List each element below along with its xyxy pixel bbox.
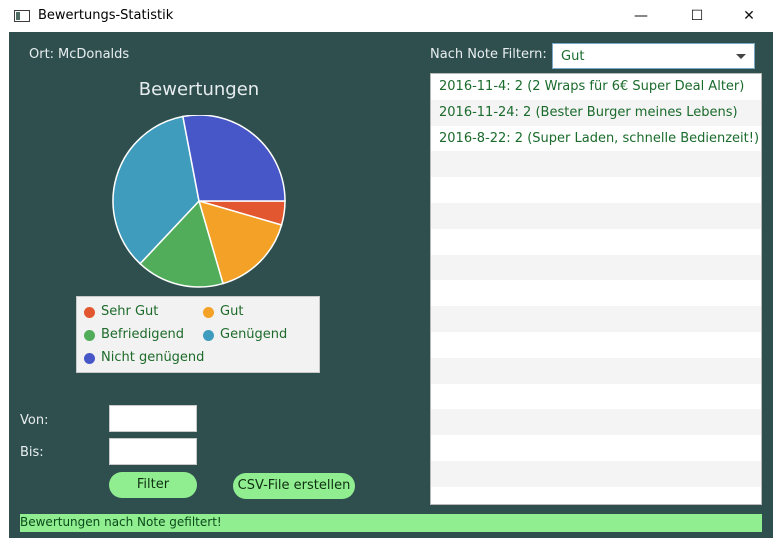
window-title: Bewertungs-Statistik — [38, 8, 174, 23]
chart-legend: Sehr Gut Gut Befriedigend Genügend Nicht… — [76, 296, 320, 373]
status-bar: Bewertungen nach Note gefiltert! — [20, 514, 762, 532]
list-item[interactable]: 2016-11-4: 2 (2 Wraps für 6€ Super Deal … — [431, 74, 761, 100]
list-item[interactable] — [431, 332, 761, 358]
bis-input[interactable] — [109, 438, 197, 465]
legend-dot — [84, 330, 95, 341]
list-item[interactable] — [431, 460, 761, 487]
list-item[interactable] — [431, 151, 761, 178]
status-text: Bewertungen nach Note gefiltert! — [20, 515, 222, 529]
legend-dot — [203, 307, 214, 318]
legend-dot — [84, 307, 95, 318]
list-item[interactable]: 2016-8-22: 2 (Super Laden, schnelle Bedi… — [431, 126, 761, 152]
csv-export-button[interactable]: CSV-File erstellen — [233, 473, 355, 499]
filter-button[interactable]: Filter — [109, 472, 197, 498]
chart-title: Bewertungen — [138, 79, 260, 100]
list-item[interactable] — [431, 202, 761, 229]
legend-label: Gut — [220, 304, 244, 319]
list-item[interactable] — [431, 487, 761, 504]
list-item[interactable]: 2016-11-24: 2 (Bester Burger meines Lebe… — [431, 99, 761, 126]
review-list[interactable]: 2016-11-4: 2 (2 Wraps für 6€ Super Deal … — [430, 73, 762, 505]
pie-chart — [112, 115, 286, 288]
chevron-down-icon[interactable] — [736, 54, 746, 59]
list-item[interactable] — [431, 280, 761, 306]
grade-filter-select[interactable]: Gut — [552, 43, 755, 69]
list-item[interactable] — [431, 177, 761, 203]
filter-label: Nach Note Filtern: — [430, 47, 547, 62]
list-item[interactable] — [431, 409, 761, 436]
legend-label: Sehr Gut — [101, 304, 159, 319]
von-input[interactable] — [109, 405, 197, 432]
main-panel: Ort: McDonalds Nach Note Filtern: Gut Be… — [9, 32, 773, 538]
ort-value: McDonalds — [58, 47, 130, 62]
minimize-button[interactable]: — — [618, 0, 664, 32]
legend-dot — [203, 330, 214, 341]
legend-label: Genügend — [220, 327, 288, 342]
list-item[interactable] — [431, 306, 761, 332]
bis-label: Bis: — [20, 445, 44, 460]
list-item[interactable] — [431, 384, 761, 410]
close-button[interactable]: ✕ — [726, 0, 772, 32]
list-item[interactable] — [431, 229, 761, 255]
legend-label: Nicht genügend — [101, 350, 205, 365]
legend-dot — [84, 353, 95, 364]
ort-label: Ort: — [29, 47, 55, 62]
pie-slice-nicht-genügend — [182, 115, 286, 202]
legend-label: Befriedigend — [101, 327, 185, 342]
maximize-button[interactable]: ☐ — [674, 0, 720, 32]
von-label: Von: — [20, 413, 49, 428]
list-item[interactable] — [431, 254, 761, 281]
list-item[interactable] — [431, 357, 761, 384]
list-item[interactable] — [431, 435, 761, 461]
grade-filter-value: Gut — [561, 49, 585, 64]
title-bar: Bewertungs-Statistik — ☐ ✕ — [0, 0, 779, 32]
app-icon — [14, 10, 30, 22]
